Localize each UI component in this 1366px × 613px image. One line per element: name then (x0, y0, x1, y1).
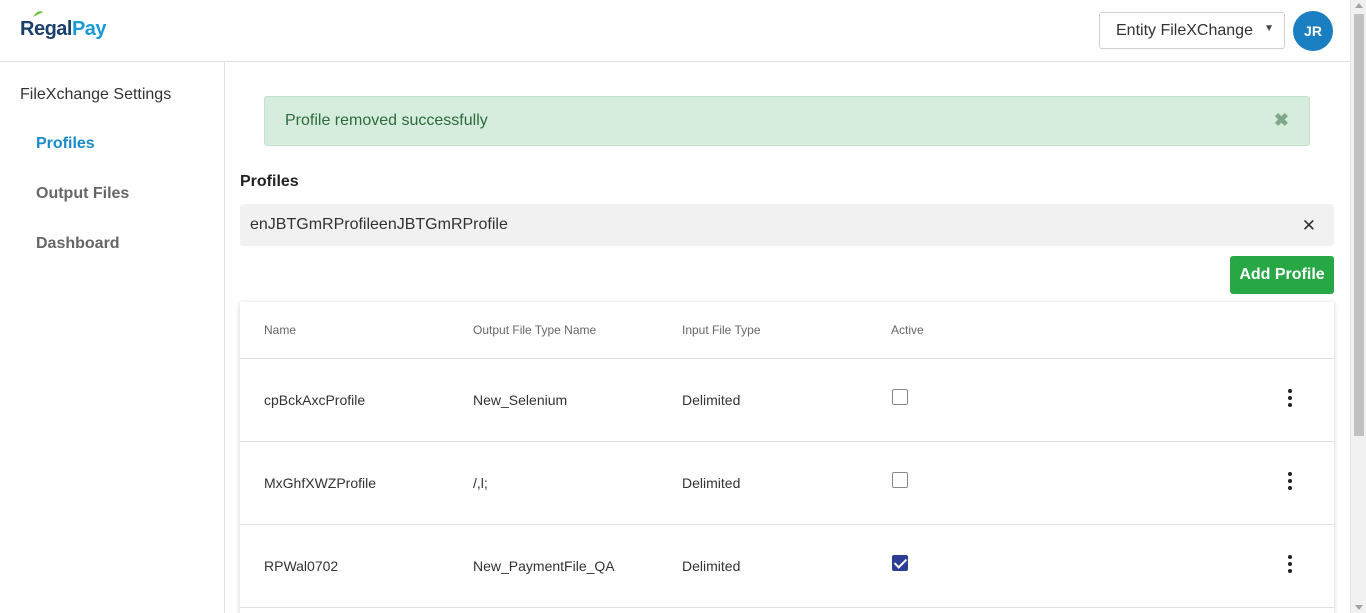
scroll-down-arrow-icon[interactable] (1355, 605, 1363, 610)
cell-input-file-type: Delimited (682, 392, 741, 408)
cell-name: RPWal0702 (264, 558, 339, 574)
scrollbar-thumb[interactable] (1354, 14, 1364, 436)
sidebar: FileXchange Settings Profiles Output Fil… (0, 62, 225, 613)
column-header-input-file-type[interactable]: Input File Type (682, 323, 761, 337)
sidebar-item-output-files[interactable]: Output Files (36, 185, 129, 203)
add-profile-button[interactable]: Add Profile (1230, 256, 1334, 294)
logo-text-regal: Regal (20, 18, 72, 40)
table-row[interactable]: MxGhfXWZProfile /,l; Delimited (240, 442, 1334, 525)
user-avatar[interactable]: JR (1293, 11, 1333, 51)
table-row[interactable]: RPWal0702 New_PaymentFile_QA Delimited (240, 525, 1334, 608)
scroll-up-arrow-icon[interactable] (1355, 3, 1363, 8)
logo-text-pay: Pay (71, 18, 107, 40)
sidebar-heading: FileXchange Settings (20, 86, 172, 103)
regalpay-logo[interactable]: Regal Pay (20, 11, 107, 44)
close-icon[interactable]: ✖ (1274, 110, 1289, 131)
cell-input-file-type: Delimited (682, 558, 741, 574)
table-row[interactable]: cpBckAxcProfile New_Selenium Delimited (240, 359, 1334, 442)
active-checkbox[interactable] (892, 555, 908, 571)
search-input[interactable]: enJBTGmRProfileenJBTGmRProfile ✕ (240, 204, 1334, 246)
entity-select-value: Entity FileXChange (1116, 21, 1253, 39)
more-options-icon[interactable] (1284, 387, 1296, 409)
success-alert: Profile removed successfully ✖ (264, 96, 1310, 146)
cell-input-file-type: Delimited (682, 475, 741, 491)
logo-leaf-icon (33, 11, 43, 17)
search-input-value: enJBTGmRProfileenJBTGmRProfile (250, 216, 508, 233)
cell-output-file-type: New_Selenium (473, 392, 568, 408)
profiles-table: Name Output File Type Name Input File Ty… (240, 302, 1334, 613)
cell-name: MxGhfXWZProfile (264, 475, 377, 491)
top-bar: Regal Pay Entity FileXChange ▼ JR (0, 0, 1350, 62)
column-header-active[interactable]: Active (891, 323, 924, 337)
active-checkbox[interactable] (892, 389, 908, 405)
column-header-output-file-type[interactable]: Output File Type Name (473, 323, 596, 337)
cell-output-file-type: New_PaymentFile_QA (473, 558, 615, 574)
avatar-initials: JR (1304, 23, 1322, 39)
more-options-icon[interactable] (1284, 470, 1296, 492)
entity-select[interactable]: Entity FileXChange ▼ (1099, 12, 1285, 49)
clear-search-icon[interactable]: ✕ (1302, 216, 1316, 236)
more-options-icon[interactable] (1284, 553, 1296, 575)
sidebar-item-dashboard[interactable]: Dashboard (36, 235, 120, 253)
sidebar-item-profiles[interactable]: Profiles (36, 135, 95, 153)
page-title: Profiles (240, 173, 299, 190)
alert-message: Profile removed successfully (285, 112, 488, 129)
chevron-down-icon: ▼ (1264, 23, 1274, 34)
page-scrollbar[interactable] (1350, 0, 1366, 613)
cell-output-file-type: /,l; (473, 475, 488, 491)
column-header-name[interactable]: Name (264, 323, 296, 337)
table-header: Name Output File Type Name Input File Ty… (240, 302, 1334, 359)
cell-name: cpBckAxcProfile (264, 392, 366, 408)
active-checkbox[interactable] (892, 472, 908, 488)
